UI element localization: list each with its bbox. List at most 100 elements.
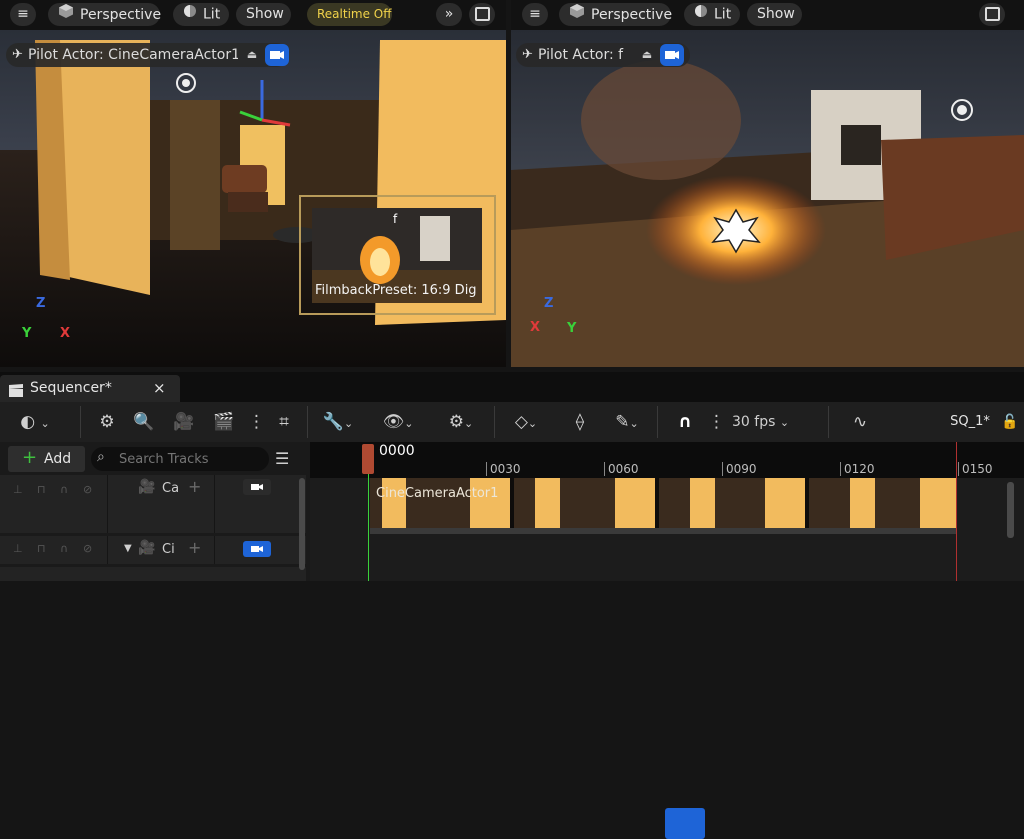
left-pilot-label: Pilot Actor: CineCameraActor1	[28, 47, 238, 63]
plus-icon: +	[22, 447, 38, 468]
cube-icon	[569, 3, 585, 27]
camera-cut-section[interactable]: CineCameraActor1	[370, 478, 956, 528]
left-axis-x: X	[60, 326, 71, 341]
tree-scrollbar[interactable]	[299, 478, 305, 570]
pin-icon[interactable]: ⊥	[13, 542, 23, 555]
cube-icon	[58, 3, 74, 27]
right-viewport[interactable]: ≡ Perspective Lit Show ✈ Pilot Actor: f …	[511, 0, 1024, 367]
timeline-panel[interactable]: 0000 0030 0060 0090 0120 0150 CineCameraActo…	[310, 442, 1024, 581]
pilot-plane-icon: ✈	[12, 47, 23, 62]
double-chevron-right-icon: »	[444, 6, 454, 22]
camera-icon	[251, 546, 263, 552]
mute-icon[interactable]: ⊘	[83, 483, 92, 496]
left-maximize-button[interactable]	[469, 3, 495, 26]
search-tracks-box[interactable]: ⌕	[91, 447, 269, 471]
right-viewport-menu-button[interactable]: ≡	[522, 3, 548, 26]
realtime-off-button[interactable]: Realtime Off	[307, 3, 392, 26]
filter-icon[interactable]: ☰	[275, 449, 289, 468]
ruler-tick	[840, 462, 841, 476]
key-diamond-icon[interactable]: ◇⌄	[505, 410, 547, 434]
add-track-button[interactable]: + Add	[8, 446, 85, 472]
camera-icon	[251, 484, 263, 490]
pilot-camera-button[interactable]	[243, 541, 271, 557]
left-pilot-actor-bar: ✈ Pilot Actor: CineCameraActor1 ⏏	[6, 43, 289, 67]
search-tracks-input[interactable]	[117, 449, 267, 469]
left-camera-lock-button[interactable]	[265, 44, 289, 66]
camera-actor-icon: 🎥	[138, 540, 156, 556]
clip-label: CineCameraActor1	[376, 486, 499, 501]
lock-icon[interactable]: 🔓	[1000, 410, 1020, 434]
track-row[interactable]	[0, 567, 306, 581]
eject-pilot-button[interactable]: ⏏	[635, 43, 659, 67]
pencil-icon[interactable]: ✎⌄	[606, 410, 648, 434]
world-settings-icon[interactable]: ◐ ⌄	[14, 410, 56, 434]
clapper-icon[interactable]: 🎬	[212, 410, 236, 434]
add-subtrack-button[interactable]: +	[188, 538, 201, 557]
right-show-button[interactable]: Show	[747, 3, 802, 26]
track-row[interactable]: ⊥ ⊓ ∩ ⊘ 🎥 Ca +	[0, 475, 306, 533]
track-row[interactable]: ⊥ ⊓ ∩ ⊘ ▼ 🎥 Ci +	[0, 536, 306, 564]
left-show-button[interactable]: Show	[236, 3, 291, 26]
hierarchy-icon[interactable]: ⌗	[272, 410, 296, 434]
lock-track-icon[interactable]: ⊓	[37, 542, 46, 555]
snap-options-icon[interactable]: ⋮	[708, 410, 725, 434]
lit-sphere-icon	[183, 3, 197, 26]
lock-track-icon[interactable]: ⊓	[37, 483, 46, 496]
right-viewport-scene[interactable]	[511, 30, 1024, 367]
maximize-icon	[984, 7, 1000, 21]
left-expand-toolbar-button[interactable]: »	[436, 3, 462, 26]
row-divider	[214, 536, 215, 564]
right-axis-z: Z	[544, 296, 554, 311]
more-options-icon[interactable]: ⋮	[248, 410, 265, 434]
curve-editor-icon[interactable]: ∿	[848, 410, 872, 434]
left-viewport-scene[interactable]: f FilmbackPreset: 16:9 Dig	[0, 30, 506, 367]
toolbar-separator	[80, 406, 81, 438]
time-ruler[interactable]: 0000 0030 0060 0090 0120 0150	[310, 442, 1024, 478]
left-viewport-menu-button[interactable]: ≡	[10, 3, 36, 26]
left-show-label: Show	[246, 6, 284, 22]
playhead-handle[interactable]	[362, 444, 374, 474]
right-view-mode-button[interactable]: Perspective	[559, 3, 672, 27]
toolbar-separator	[494, 406, 495, 438]
toolbar-separator	[657, 406, 658, 438]
ruler-tick	[604, 462, 605, 476]
ruler-tick	[722, 462, 723, 476]
search-icon: ⌕	[97, 449, 105, 465]
right-camera-lock-button[interactable]	[660, 44, 684, 66]
render-movie-icon[interactable]: 🎥	[172, 410, 196, 434]
find-in-content-browser-icon[interactable]: 🔍	[132, 410, 156, 434]
left-viewport-toolbar: ≡ Perspective Lit Show Realtime Off »	[0, 0, 506, 30]
solo-icon[interactable]: ∩	[60, 542, 68, 555]
pip-filmback-label: FilmbackPreset: 16:9 Dig	[315, 283, 477, 298]
section-bottom-bar	[370, 528, 956, 534]
right-lighting-button[interactable]: Lit	[684, 3, 740, 26]
ruler-tick-label: 0090	[726, 462, 757, 476]
pin-icon[interactable]: ⊥	[13, 483, 23, 496]
end-marker-line	[956, 442, 957, 581]
left-viewport[interactable]: f FilmbackPreset: 16:9 Dig ≡ Perspective…	[0, 0, 506, 367]
solo-icon[interactable]: ∩	[60, 483, 68, 496]
right-maximize-button[interactable]	[979, 3, 1005, 26]
add-subtrack-button[interactable]: +	[188, 477, 201, 496]
wrench-icon[interactable]: 🔧⌄	[318, 410, 358, 434]
toolbar-separator	[828, 406, 829, 438]
key-icon[interactable]: ⟠	[568, 410, 592, 434]
ruler-tick	[486, 462, 487, 476]
mute-icon[interactable]: ⊘	[83, 542, 92, 555]
expand-chevron-icon[interactable]: ▼	[124, 543, 132, 554]
left-view-mode-button[interactable]: Perspective	[48, 3, 161, 27]
left-lighting-button[interactable]: Lit	[173, 3, 229, 26]
close-tab-button[interactable]: ×	[153, 375, 166, 402]
sequencer-tab[interactable]: Sequencer* ×	[0, 375, 180, 402]
ruler-tick-label: 0060	[608, 462, 639, 476]
eye-icon[interactable]: 👁⌄	[376, 410, 420, 434]
right-show-label: Show	[757, 6, 795, 22]
fps-dropdown[interactable]: 30 fps ⌄	[732, 410, 804, 434]
create-camera-icon[interactable]: ⚙	[96, 410, 118, 434]
eject-pilot-button[interactable]: ⏏	[240, 43, 264, 67]
left-axis-z: Z	[36, 296, 46, 311]
timeline-scrollbar[interactable]	[1007, 482, 1014, 538]
snap-toggle-button[interactable]	[665, 808, 705, 839]
playback-settings-icon[interactable]: ⚙⌄	[440, 410, 482, 434]
camera-cut-button[interactable]	[243, 479, 271, 495]
